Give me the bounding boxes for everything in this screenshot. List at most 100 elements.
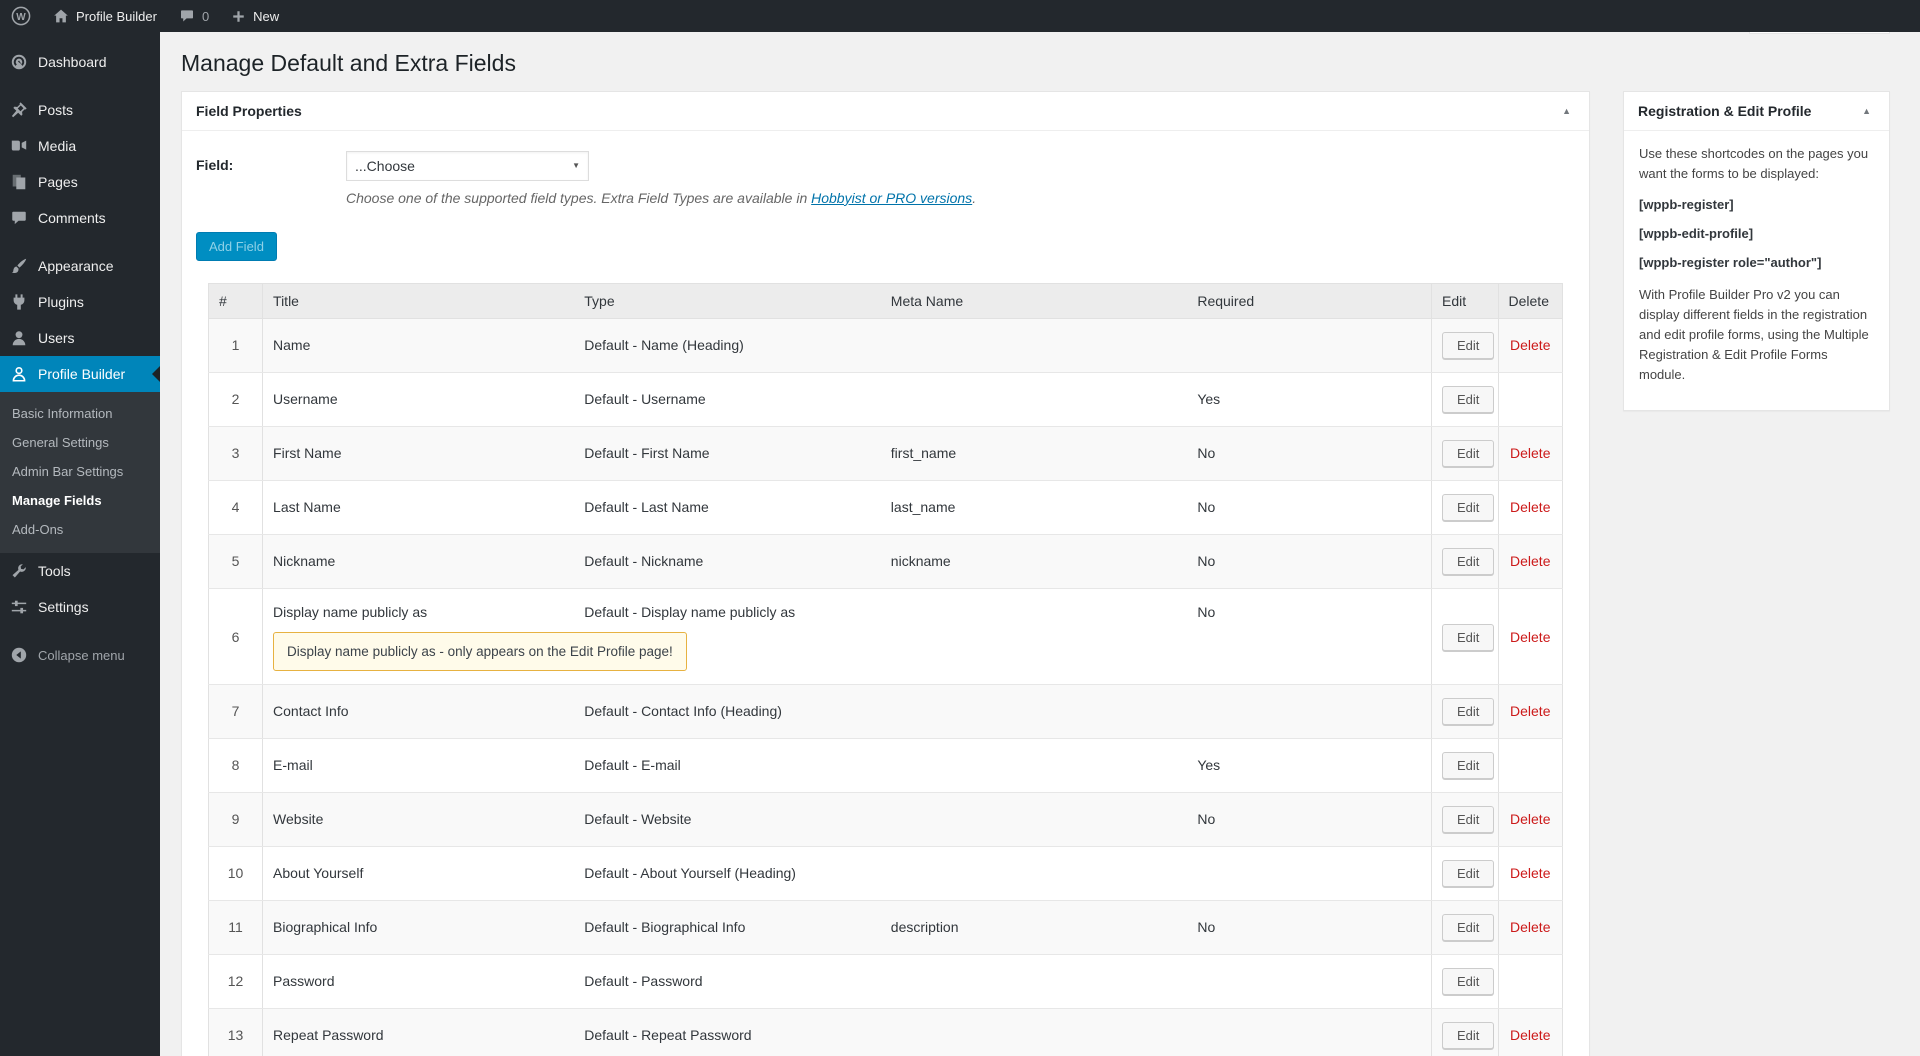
field-type: Default - Nickname bbox=[574, 534, 881, 589]
collapse-panel-icon[interactable]: ▲ bbox=[1858, 102, 1875, 120]
sidebar-item-comments[interactable]: Comments bbox=[0, 200, 160, 236]
edit-button[interactable]: Edit bbox=[1442, 439, 1495, 467]
edit-button[interactable]: Edit bbox=[1442, 493, 1495, 521]
sidebar-item-posts[interactable]: Posts bbox=[0, 92, 160, 128]
edit-button[interactable]: Edit bbox=[1442, 385, 1495, 413]
column-header-delete: Delete bbox=[1498, 283, 1563, 319]
table-row: 5 Nickname Default - Nickname nickname N… bbox=[208, 534, 1563, 589]
comments-icon bbox=[9, 208, 29, 228]
edit-button[interactable]: Edit bbox=[1442, 697, 1495, 725]
field-type-select[interactable]: ...Choose bbox=[346, 150, 589, 181]
edit-button[interactable]: Edit bbox=[1442, 547, 1495, 575]
field-required bbox=[1187, 318, 1432, 373]
table-row: 13 Repeat Password Default - Repeat Pass… bbox=[208, 1008, 1563, 1056]
shortcode-register: [wppb-register] bbox=[1639, 197, 1734, 213]
edit-button[interactable]: Edit bbox=[1442, 623, 1495, 651]
sidebar-item-media[interactable]: Media bbox=[0, 128, 160, 164]
submenu-item-add-ons[interactable]: Add-Ons bbox=[0, 515, 160, 544]
delete-link[interactable]: Delete bbox=[1510, 919, 1550, 935]
delete-link[interactable]: Delete bbox=[1510, 553, 1550, 569]
table-row: 6 Display name publicly as Display name … bbox=[208, 588, 1563, 685]
page-title: Manage Default and Extra Fields bbox=[181, 50, 516, 76]
sidebar-item-label: Plugins bbox=[38, 294, 84, 310]
submenu-item-general-settings[interactable]: General Settings bbox=[0, 428, 160, 457]
edit-button[interactable]: Edit bbox=[1442, 331, 1495, 359]
field-meta-name bbox=[880, 954, 1188, 1009]
field-title: Display name publicly as bbox=[273, 603, 428, 620]
delete-link[interactable]: Delete bbox=[1510, 865, 1550, 881]
main-content: Manage Default and Extra Fields Field Pr… bbox=[160, 32, 1920, 1056]
sidebar-item-label: Tools bbox=[38, 563, 71, 579]
visit-site-link[interactable]: Profile Builder bbox=[42, 0, 168, 32]
delete-link[interactable]: Delete bbox=[1510, 1027, 1550, 1043]
wrench-icon bbox=[9, 561, 29, 581]
field-meta-name bbox=[880, 738, 1188, 793]
submenu-item-manage-fields[interactable]: Manage Fields bbox=[0, 486, 160, 515]
new-content-menu[interactable]: New bbox=[220, 0, 290, 32]
table-row: 2 Username Default - Username Yes Edit bbox=[208, 372, 1563, 427]
home-icon bbox=[54, 9, 68, 23]
field-title: Repeat Password bbox=[262, 1008, 575, 1056]
field-required: No bbox=[1187, 426, 1432, 481]
delete-link[interactable]: Delete bbox=[1510, 629, 1550, 645]
edit-button[interactable]: Edit bbox=[1442, 913, 1495, 941]
sidebar-item-label: Dashboard bbox=[38, 54, 107, 70]
field-type-select-wrap: ...Choose bbox=[346, 150, 589, 181]
row-number: 10 bbox=[208, 846, 264, 901]
field-meta-name bbox=[880, 792, 1188, 847]
column-header-type: Type bbox=[574, 283, 881, 319]
delete-link[interactable]: Delete bbox=[1510, 811, 1550, 827]
pushpin-icon bbox=[9, 100, 29, 120]
sidebar-item-users[interactable]: Users bbox=[0, 320, 160, 356]
edit-button[interactable]: Edit bbox=[1442, 805, 1495, 833]
table-row: 7 Contact Info Default - Contact Info (H… bbox=[208, 684, 1563, 739]
field-properties-panel: Field Properties ▲ Field: ...Choose ▼ Ch… bbox=[181, 90, 1590, 1056]
field-meta-name bbox=[880, 1008, 1188, 1056]
table-row: 10 About Yourself Default - About Yourse… bbox=[208, 846, 1563, 901]
table-row: 1 Name Default - Name (Heading) Edit Del… bbox=[208, 318, 1563, 373]
site-name: Profile Builder bbox=[76, 8, 157, 24]
field-required: No bbox=[1187, 534, 1432, 589]
table-row: 3 First Name Default - First Name first_… bbox=[208, 426, 1563, 481]
field-title: Biographical Info bbox=[262, 900, 575, 955]
sidebar-item-appearance[interactable]: Appearance bbox=[0, 248, 160, 284]
sidebar-item-profile-builder[interactable]: Profile Builder bbox=[0, 356, 160, 392]
collapse-panel-icon[interactable]: ▲ bbox=[1558, 102, 1575, 120]
field-type: Default - Contact Info (Heading) bbox=[574, 684, 881, 739]
sidebar-item-dashboard[interactable]: Dashboard bbox=[0, 44, 160, 80]
edit-button[interactable]: Edit bbox=[1442, 859, 1495, 887]
delete-link[interactable]: Delete bbox=[1510, 337, 1550, 353]
field-title: First Name bbox=[262, 426, 575, 481]
sidebar-item-tools[interactable]: Tools bbox=[0, 553, 160, 589]
add-field-button[interactable]: Add Field bbox=[196, 231, 277, 261]
submenu-item-admin-bar-settings[interactable]: Admin Bar Settings bbox=[0, 457, 160, 486]
field-required bbox=[1187, 846, 1432, 901]
comment-bubble-icon bbox=[180, 10, 193, 22]
edit-button[interactable]: Edit bbox=[1442, 1021, 1495, 1049]
delete-link[interactable]: Delete bbox=[1510, 703, 1550, 719]
field-meta-name: first_name bbox=[880, 426, 1188, 481]
sidebar-item-settings[interactable]: Settings bbox=[0, 589, 160, 625]
field-required bbox=[1187, 954, 1432, 1009]
pro-info-text: With Profile Builder Pro v2 you can disp… bbox=[1639, 286, 1869, 383]
edit-button[interactable]: Edit bbox=[1442, 967, 1495, 995]
delete-link[interactable]: Delete bbox=[1510, 499, 1550, 515]
wordpress-logo-menu[interactable]: W bbox=[0, 0, 42, 32]
sidebar-item-pages[interactable]: Pages bbox=[0, 164, 160, 200]
delete-link[interactable]: Delete bbox=[1510, 445, 1550, 461]
pro-versions-link[interactable]: Hobbyist or PRO versions bbox=[811, 190, 972, 206]
dashboard-icon bbox=[9, 52, 29, 72]
submenu-item-basic-information[interactable]: Basic Information bbox=[0, 399, 160, 428]
field-meta-name bbox=[880, 846, 1188, 901]
svg-text:W: W bbox=[16, 12, 26, 23]
edit-button[interactable]: Edit bbox=[1442, 751, 1495, 779]
wordpress-admin-screen: W Profile Builder 0 New Dashboard Posts … bbox=[0, 0, 1920, 1056]
shortcode-register-role: [wppb-register role="author"] bbox=[1639, 255, 1822, 271]
collapse-menu-button[interactable]: Collapse menu bbox=[0, 637, 160, 673]
paintbrush-icon bbox=[9, 256, 29, 276]
comments-admin-bar-item[interactable]: 0 bbox=[168, 0, 220, 32]
field-meta-name: last_name bbox=[880, 480, 1188, 535]
field-label: Field: bbox=[196, 156, 234, 173]
table-row: 12 Password Default - Password Edit bbox=[208, 954, 1563, 1009]
sidebar-item-plugins[interactable]: Plugins bbox=[0, 284, 160, 320]
